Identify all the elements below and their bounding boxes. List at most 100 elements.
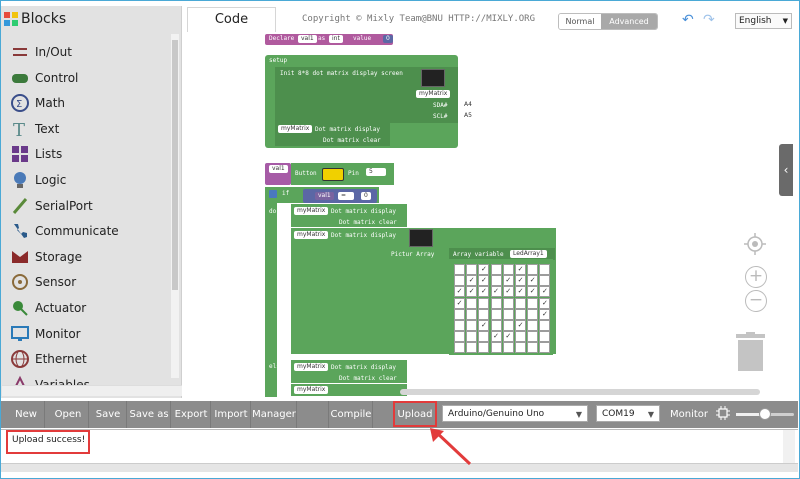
else-display-matrix-2[interactable]: myMatrix — [294, 386, 329, 394]
monitor-button[interactable]: Monitor — [668, 401, 710, 428]
led-cell[interactable] — [454, 320, 465, 331]
sda-select[interactable]: A4 — [461, 101, 481, 109]
zoom-slider-knob[interactable] — [759, 408, 771, 420]
led-cell[interactable]: ✓ — [454, 297, 465, 309]
sidebar-item-storage[interactable]: Storage — [1, 245, 171, 269]
led-cell[interactable] — [527, 297, 539, 309]
if-num[interactable]: 0 — [361, 192, 371, 200]
led-cell[interactable]: ✓ — [478, 320, 490, 331]
led-cell[interactable]: ✓ — [539, 297, 551, 309]
sidebar-item-logic[interactable]: Logic — [1, 168, 171, 192]
led-cell[interactable] — [527, 264, 539, 275]
sidebar-item-monitor[interactable]: Monitor — [1, 322, 171, 346]
sidebar-item-text[interactable]: T Text — [1, 117, 171, 141]
led-cell[interactable] — [527, 308, 539, 320]
led-cell[interactable] — [454, 331, 465, 343]
zoom-in-icon[interactable]: + — [745, 266, 767, 288]
led-cell[interactable] — [478, 331, 490, 343]
led-cell[interactable] — [466, 308, 478, 320]
led-cell[interactable]: ✓ — [502, 331, 514, 343]
led-cell[interactable] — [539, 264, 551, 275]
flyout-toggle-button[interactable]: ‹ — [779, 144, 793, 196]
language-select[interactable]: English ▼ — [735, 13, 792, 29]
sidebar-item-control[interactable]: Control — [1, 66, 171, 90]
redo-icon[interactable]: ↷ — [703, 12, 715, 28]
led-cell[interactable] — [490, 308, 502, 320]
setup-display-matrix[interactable]: myMatrix — [278, 125, 313, 133]
led-cell[interactable] — [466, 331, 478, 343]
init-matrix-name[interactable]: myMatrix — [416, 90, 451, 98]
led-cell[interactable] — [539, 320, 551, 331]
console-hscrollbar[interactable] — [1, 463, 798, 472]
led-cell[interactable]: ✓ — [539, 308, 551, 320]
else-display-matrix[interactable]: myMatrix — [294, 363, 329, 371]
recenter-icon[interactable] — [744, 233, 766, 255]
led-cell[interactable]: ✓ — [515, 264, 526, 275]
led-cell[interactable] — [454, 342, 465, 354]
led-cell[interactable]: ✓ — [539, 286, 551, 298]
new-button[interactable]: New — [8, 401, 45, 428]
led-cell[interactable] — [527, 342, 539, 354]
led-cell[interactable]: ✓ — [515, 275, 526, 287]
sidebar-item-lists[interactable]: Lists — [1, 142, 171, 166]
led-cell[interactable]: ✓ — [466, 275, 478, 287]
sidebar-scroll-thumb[interactable] — [172, 40, 178, 290]
led-cell[interactable] — [466, 297, 478, 309]
zoom-out-icon[interactable]: − — [745, 290, 767, 312]
led-cell[interactable] — [478, 308, 490, 320]
sidebar-item-serialport[interactable]: SerialPort — [1, 194, 171, 218]
led-cell[interactable] — [466, 264, 478, 275]
open-button[interactable]: Open — [48, 401, 89, 428]
array-name-field[interactable]: LedArray1 — [510, 250, 547, 258]
led-cell[interactable]: ✓ — [527, 286, 539, 298]
led-cell[interactable] — [539, 331, 551, 343]
sidebar-hscrollbar[interactable] — [2, 385, 182, 396]
led-cell[interactable]: ✓ — [454, 286, 465, 298]
led-cell[interactable] — [502, 342, 514, 354]
mode-advanced-button[interactable]: Advanced — [601, 14, 657, 29]
led-cell[interactable] — [527, 331, 539, 343]
pic-display-matrix[interactable]: myMatrix — [294, 231, 329, 239]
led-cell[interactable]: ✓ — [478, 286, 490, 298]
led-cell[interactable] — [466, 342, 478, 354]
button-var-name[interactable]: val1 — [269, 165, 288, 173]
if-var-name[interactable]: val1 — [315, 192, 334, 200]
workspace-hscrollbar[interactable] — [400, 389, 760, 395]
led-cell[interactable] — [515, 308, 526, 320]
led-cell[interactable] — [515, 342, 526, 354]
sidebar-item-ethernet[interactable]: Ethernet — [1, 347, 171, 371]
led-cell[interactable] — [490, 264, 502, 275]
led-cell[interactable] — [490, 275, 502, 287]
mode-toggle[interactable]: Normal Advanced — [558, 13, 658, 30]
import-button[interactable]: Import — [212, 401, 251, 428]
if-gear-icon[interactable] — [269, 190, 277, 198]
declare-type-field[interactable]: int — [329, 35, 343, 43]
led-cell[interactable] — [502, 264, 514, 275]
do-display-matrix[interactable]: myMatrix — [294, 207, 329, 215]
led-cell[interactable] — [502, 308, 514, 320]
led-cell[interactable] — [454, 264, 465, 275]
export-button[interactable]: Export — [172, 401, 211, 428]
led-array-grid[interactable]: ✓ ✓ ✓ ✓ ✓ ✓ ✓ ✓ ✓ ✓ ✓ ✓ ✓ ✓ ✓ ✓ ✓ ✓ ✓ ✓ ✓ ✓ — [449, 259, 553, 355]
save-as-button[interactable]: Save as — [128, 401, 171, 428]
led-cell[interactable] — [515, 331, 526, 343]
led-cell[interactable] — [490, 320, 502, 331]
scl-select[interactable]: A5 — [461, 112, 481, 120]
led-cell[interactable] — [490, 297, 502, 309]
led-cell[interactable]: ✓ — [490, 286, 502, 298]
led-cell[interactable] — [478, 297, 490, 309]
led-cell[interactable] — [502, 297, 514, 309]
led-cell[interactable]: ✓ — [502, 275, 514, 287]
if-operator[interactable]: = — [338, 192, 354, 200]
chip-icon[interactable] — [716, 406, 730, 420]
led-cell[interactable]: ✓ — [515, 286, 526, 298]
led-cell[interactable] — [478, 342, 490, 354]
save-button[interactable]: Save — [90, 401, 127, 428]
led-cell[interactable]: ✓ — [478, 275, 490, 287]
led-cell[interactable]: ✓ — [515, 320, 526, 331]
board-select[interactable]: Arduino/Genuino Uno ▼ — [442, 405, 588, 422]
led-cell[interactable] — [515, 297, 526, 309]
undo-icon[interactable]: ↶ — [682, 12, 694, 28]
led-cell[interactable] — [502, 320, 514, 331]
port-select[interactable]: COM19 ▼ — [596, 405, 660, 422]
